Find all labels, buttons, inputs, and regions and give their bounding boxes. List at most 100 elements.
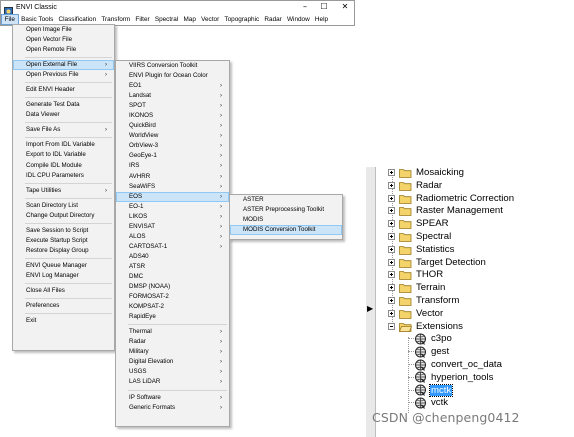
tree-extension-c3po[interactable]: c3po (408, 332, 453, 345)
external-menu-item-seawifs[interactable]: SeaWiFS › (116, 182, 229, 192)
tree-folder-statistics[interactable]: Statistics (388, 243, 455, 256)
file-menu-item-edit-envi-header[interactable]: Edit ENVI Header (13, 85, 114, 95)
file-menu-item-save-session-to-script[interactable]: Save Session to Script (13, 226, 114, 236)
external-menu-item-formosat-2[interactable]: FORMOSAT-2 (116, 292, 229, 302)
collapse-icon[interactable] (388, 322, 395, 330)
file-menu-item-scan-directory-list[interactable]: Scan Directory List (13, 201, 114, 211)
expand-icon[interactable] (388, 181, 395, 189)
external-menu-item-quickbird[interactable]: QuickBird › (116, 121, 229, 131)
external-menu-item-kompsat-2[interactable]: KOMPSAT-2 (116, 302, 229, 312)
expand-icon[interactable] (388, 194, 395, 202)
external-menu-item-radar[interactable]: Radar › (116, 337, 229, 347)
tree-folder-target-detection[interactable]: Target Detection (388, 256, 487, 269)
file-menu-item-open-vector-file[interactable]: Open Vector File (13, 35, 114, 45)
expand-icon[interactable] (388, 297, 395, 304)
tree-extension-mctk[interactable]: mctk (408, 383, 454, 397)
file-menu-item-open-remote-file[interactable]: Open Remote File (13, 45, 114, 55)
tree-extension-vctk[interactable]: vctk (408, 396, 449, 409)
expand-icon[interactable] (388, 233, 395, 240)
menu-vector[interactable]: Vector (198, 14, 221, 25)
tree-extension-gest[interactable]: gest (408, 345, 450, 358)
collapse-caret-icon[interactable]: ▶ (367, 304, 373, 313)
file-menu-item-idl-cpu-parameters[interactable]: IDL CPU Parameters (13, 171, 114, 181)
external-menu-item-likos[interactable]: LIKOS › (116, 212, 229, 222)
file-menu-item-data-viewer[interactable]: Data Viewer (13, 110, 114, 120)
eos-menu-item-aster-preprocessing-toolkit[interactable]: ASTER Preprocessing Toolkit (230, 205, 342, 215)
expand-icon[interactable] (388, 169, 395, 176)
external-menu-item-ads40[interactable]: ADS40 (116, 252, 229, 262)
expand-icon[interactable] (388, 258, 395, 266)
menu-help[interactable]: Help (312, 14, 330, 25)
expand-icon[interactable] (388, 245, 395, 253)
file-menu-item-exit[interactable]: Exit (13, 316, 114, 326)
tree-folder-transform[interactable]: Transform (388, 294, 460, 307)
file-menu-item-import-from-idl-variable[interactable]: Import From IDL Variable (13, 140, 114, 150)
file-menu-item-tape-utilities[interactable]: Tape Utilities › (13, 186, 114, 196)
file-menu-item-envi-queue-manager[interactable]: ENVI Queue Manager (13, 261, 114, 271)
external-menu-item-cartosat-1[interactable]: CARTOSAT-1 › (116, 242, 229, 252)
tree-folder-extensions[interactable]: Extensions (388, 320, 464, 333)
external-menu-item-geoeye-1[interactable]: GeoEye-1 › (116, 151, 229, 161)
tree-folder-radiometric-correction[interactable]: Radiometric Correction (388, 192, 515, 205)
eos-menu-item-modis-conversion-toolkit[interactable]: MODIS Conversion Toolkit (230, 225, 342, 236)
file-menu-item-envi-log-manager[interactable]: ENVI Log Manager (13, 271, 114, 281)
external-menu-item-rapideye[interactable]: RapidEye (116, 312, 229, 322)
file-menu-item-generate-test-data[interactable]: Generate Test Data (13, 100, 114, 110)
menu-filter[interactable]: Filter (133, 14, 152, 25)
expand-icon[interactable] (388, 309, 395, 317)
external-menu-item-alos[interactable]: ALOS › (116, 232, 229, 242)
file-menu-item-close-all-files[interactable]: Close All Files (13, 286, 114, 296)
external-menu-item-generic-formats[interactable]: Generic Formats › (116, 403, 229, 413)
maximize-button[interactable]: ☐ (316, 1, 332, 13)
external-menu-item-atsr[interactable]: ATSR (116, 262, 229, 272)
external-menu-item-thermal[interactable]: Thermal › (116, 327, 229, 337)
menu-map[interactable]: Map (181, 14, 199, 25)
external-menu-item-envisat[interactable]: ENVISAT › (116, 222, 229, 232)
minimize-button[interactable]: – (297, 1, 313, 13)
external-menu-item-dmsp-noaa[interactable]: DMSP (NOAA) (116, 282, 229, 292)
eos-menu-item-aster[interactable]: ASTER (230, 195, 342, 205)
expand-icon[interactable] (388, 284, 395, 292)
menu-radar[interactable]: Radar (262, 14, 285, 25)
eos-menu-item-modis[interactable]: MODIS (230, 215, 342, 225)
expand-icon[interactable] (388, 207, 395, 215)
external-menu-item-avhrr[interactable]: AVHRR › (116, 172, 229, 182)
tree-folder-vector[interactable]: Vector (388, 307, 444, 320)
file-menu-item-open-previous-file[interactable]: Open Previous File › (13, 70, 114, 80)
menu-spectral[interactable]: Spectral (152, 14, 181, 25)
file-menu-item-compile-idl-module[interactable]: Compile IDL Module (13, 161, 114, 171)
external-menu-item-las-lidar[interactable]: LAS LiDAR › (116, 377, 229, 387)
external-menu-item-military[interactable]: Military › (116, 347, 229, 357)
external-menu-item-ikonos[interactable]: IKONOS › (116, 111, 229, 121)
file-menu-item-open-image-file[interactable]: Open Image File (13, 25, 114, 35)
expand-icon[interactable] (388, 271, 395, 279)
external-menu-item-eos[interactable]: EOS › (116, 191, 229, 202)
external-menu-item-usgs[interactable]: USGS › (116, 367, 229, 377)
external-menu-item-digital-elevation[interactable]: Digital Elevation › (116, 357, 229, 367)
tree-folder-terrain[interactable]: Terrain (388, 281, 446, 294)
external-menu-item-orbview-3[interactable]: OrbView-3 › (116, 141, 229, 151)
tree-folder-mosaicking[interactable]: Mosaicking (388, 166, 465, 179)
file-menu-item-restore-display-group[interactable]: Restore Display Group (13, 246, 114, 256)
external-menu-item-viirs-conversion-toolkit[interactable]: VIIRS Conversion Toolkit (116, 61, 229, 71)
menu-window[interactable]: Window (284, 14, 312, 25)
external-menu-item-irs[interactable]: IRS › (116, 161, 229, 171)
external-menu-item-ip-software[interactable]: IP Software › (116, 393, 229, 403)
external-menu-item-eo-1[interactable]: EO-1 › (116, 202, 229, 212)
tree-extension-convert-oc-data[interactable]: convert_oc_data (408, 358, 503, 371)
tree-folder-radar[interactable]: Radar (388, 179, 443, 192)
tree-folder-spectral[interactable]: Spectral (388, 230, 452, 243)
file-menu-item-preferences[interactable]: Preferences (13, 301, 114, 311)
tree-folder-raster-management[interactable]: Raster Management (388, 204, 504, 217)
file-menu-item-export-to-idl-variable[interactable]: Export to IDL Variable (13, 150, 114, 160)
file-menu-item-change-output-directory[interactable]: Change Output Directory (13, 211, 114, 221)
close-button[interactable]: ✕ (337, 1, 353, 13)
tree-side-splitter[interactable] (366, 167, 376, 437)
external-menu-item-eo1[interactable]: EO1 › (116, 81, 229, 91)
tree-folder-thor[interactable]: THOR (388, 268, 444, 281)
file-menu-item-save-file-as[interactable]: Save File As › (13, 125, 114, 135)
file-menu-item-execute-startup-script[interactable]: Execute Startup Script (13, 236, 114, 246)
expand-icon[interactable] (388, 220, 395, 228)
external-menu-item-landsat[interactable]: Landsat › (116, 91, 229, 101)
external-menu-item-worldview[interactable]: WorldView › (116, 131, 229, 141)
